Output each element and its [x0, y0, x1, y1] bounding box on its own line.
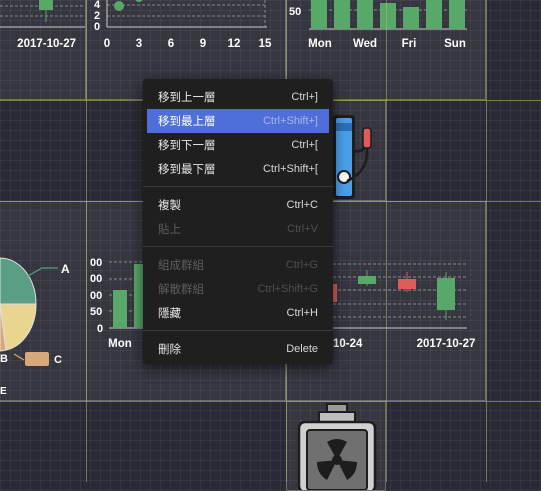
x-tick: 3	[136, 38, 142, 50]
fan-device-icon	[297, 403, 377, 490]
bar	[357, 0, 373, 29]
x-tick: 0	[104, 38, 110, 50]
candle	[333, 284, 337, 302]
menu-item-ungroup: 解散群組 Ctrl+Shift+G	[143, 277, 333, 301]
menu-separator	[143, 330, 333, 331]
candlestick-chart-widget-top[interactable]: 2017-10-27	[0, 0, 86, 100]
bar	[449, 0, 465, 29]
menu-item-paste: 貼上 Ctrl+V	[143, 217, 333, 241]
menu-item-shortcut: Ctrl+G	[285, 259, 318, 271]
menu-item-label: 移到最下層	[158, 164, 216, 176]
pie-label: C	[54, 354, 62, 366]
x-tick: 6	[168, 38, 174, 50]
bar	[311, 0, 327, 29]
pie-slice	[0, 257, 37, 305]
bar	[403, 7, 419, 29]
y-tick: 00	[90, 257, 102, 269]
menu-item-shortcut: Ctrl+Shift+G	[257, 283, 318, 295]
y-tick: 00	[90, 273, 102, 285]
y-tick: 0	[94, 21, 100, 33]
bar	[426, 0, 442, 29]
candlestick-chart-top: 2017-10-27	[0, 0, 85, 50]
menu-item-shortcut: Ctrl+]	[291, 91, 318, 103]
menu-item-send-to-back[interactable]: 移到最下層 Ctrl+Shift+[	[143, 157, 333, 181]
y-tick: 50	[289, 6, 301, 18]
alignment-guide	[486, 0, 487, 482]
pie-label: A	[61, 262, 70, 276]
y-tick: 00	[90, 290, 102, 302]
context-menu: 移到上一層 Ctrl+] 移到最上層 Ctrl+Shift+] 移到下一層 Ct…	[143, 79, 333, 364]
pie-label: B	[0, 353, 8, 365]
x-tick: Sun	[444, 38, 466, 50]
scatter-point	[114, 1, 124, 11]
menu-item-label: 刪除	[158, 344, 181, 356]
x-tick: Fri	[402, 38, 417, 50]
menu-item-label: 移到最上層	[158, 116, 216, 128]
menu-item-delete[interactable]: 刪除 Delete	[143, 337, 333, 361]
bar	[334, 0, 350, 29]
x-tick: Wed	[353, 38, 377, 50]
menu-item-bring-forward[interactable]: 移到上一層 Ctrl+]	[143, 85, 333, 109]
menu-item-label: 組成群組	[158, 260, 204, 272]
menu-item-label: 貼上	[158, 224, 181, 236]
x-tick: 9	[200, 38, 206, 50]
x-tick: Mon	[308, 38, 332, 50]
x-tick: 2017-10-27	[417, 338, 476, 350]
x-tick: Mon	[108, 338, 132, 350]
pie-chart: A B C E	[0, 257, 70, 397]
menu-item-copy[interactable]: 複製 Ctrl+C	[143, 193, 333, 217]
y-tick: 0	[97, 323, 103, 335]
menu-item-send-backward[interactable]: 移到下一層 Ctrl+[	[143, 133, 333, 157]
menu-item-group: 組成群組 Ctrl+G	[143, 253, 333, 277]
fan-device-widget[interactable]	[286, 401, 386, 491]
menu-item-bring-to-front[interactable]: 移到最上層 Ctrl+Shift+]	[147, 109, 329, 133]
menu-item-label: 移到下一層	[158, 140, 216, 152]
menu-item-shortcut: Ctrl+[	[291, 139, 318, 151]
scatter-point	[135, 0, 143, 2]
legend-swatch	[25, 352, 49, 366]
menu-separator	[143, 246, 333, 247]
menu-separator	[143, 186, 333, 187]
date-label: 2017-10-27	[17, 38, 76, 50]
x-tick: 12	[228, 38, 241, 50]
alignment-guide	[386, 0, 387, 482]
x-tick: 10-24	[333, 338, 363, 350]
pie-label: E	[0, 386, 7, 397]
menu-item-shortcut: Ctrl+C	[286, 199, 318, 211]
menu-item-label: 隱藏	[158, 308, 181, 320]
candle	[398, 279, 416, 289]
bar	[380, 3, 396, 29]
candle	[437, 278, 455, 310]
menu-item-label: 複製	[158, 200, 181, 212]
candle	[358, 276, 376, 284]
menu-item-shortcut: Ctrl+H	[286, 307, 318, 319]
menu-item-hide[interactable]: 隱藏 Ctrl+H	[143, 301, 333, 325]
candle	[39, 0, 53, 10]
alignment-guide	[0, 401, 541, 402]
menu-item-shortcut: Ctrl+V	[287, 223, 318, 235]
y-tick: 50	[90, 306, 102, 318]
menu-item-shortcut: Ctrl+Shift+]	[262, 115, 318, 127]
menu-item-shortcut: Ctrl+Shift+[	[262, 163, 318, 175]
menu-item-label: 移到上一層	[158, 92, 216, 104]
pie-chart-widget[interactable]: A B C E	[0, 201, 87, 401]
menu-item-shortcut: Delete	[286, 343, 318, 355]
bar	[113, 290, 127, 328]
menu-item-label: 解散群組	[158, 284, 204, 296]
alignment-guide	[86, 0, 87, 482]
x-tick: 15	[259, 38, 272, 50]
